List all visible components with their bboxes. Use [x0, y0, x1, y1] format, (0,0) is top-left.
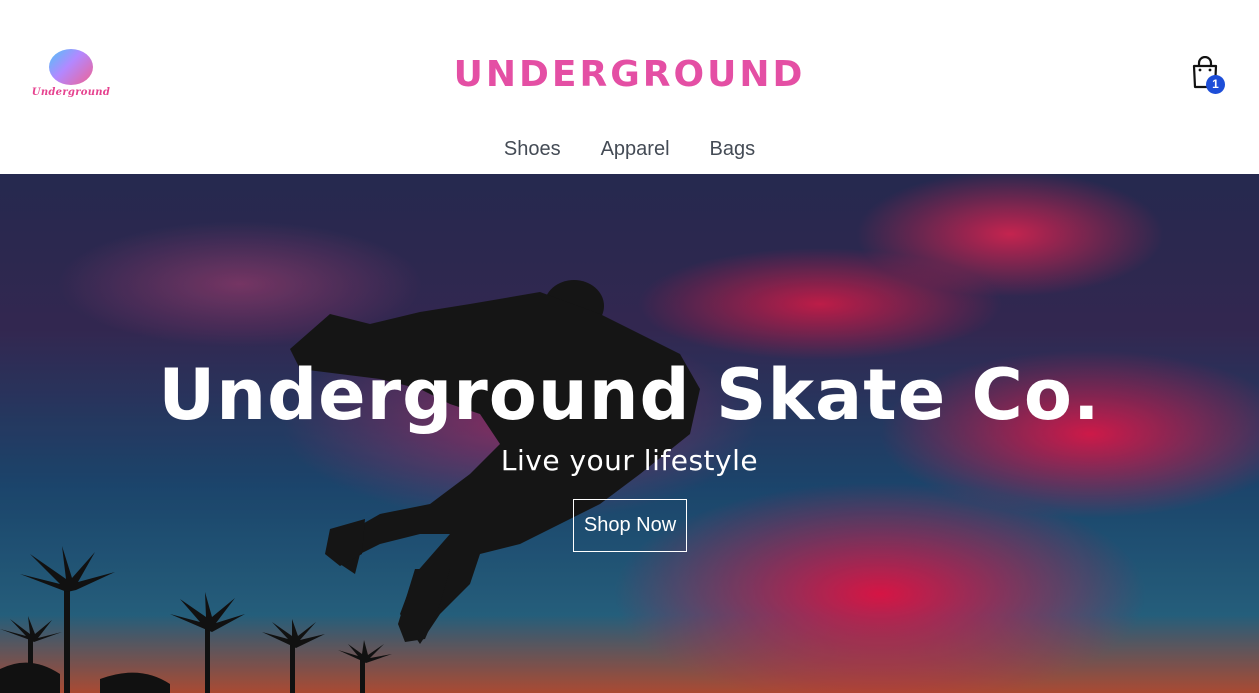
- site-header: Underground UNDERGROUND 1 Shoes Apparel …: [0, 0, 1259, 174]
- hero-banner: Underground Skate Co. Live your lifestyl…: [0, 174, 1259, 693]
- cart-count-badge: 1: [1206, 75, 1225, 94]
- hero-subtitle: Live your lifestyle: [500, 444, 759, 477]
- nav-item-bags[interactable]: Bags: [710, 138, 756, 161]
- shop-now-button[interactable]: Shop Now: [573, 499, 687, 552]
- nav-item-apparel[interactable]: Apparel: [601, 138, 670, 161]
- nav-item-shoes[interactable]: Shoes: [504, 138, 561, 161]
- brand-title: UNDERGROUND: [453, 54, 806, 95]
- cart-button[interactable]: 1: [1190, 56, 1230, 96]
- hero-title: Underground Skate Co.: [158, 354, 1101, 436]
- main-nav: Shoes Apparel Bags: [0, 138, 1259, 161]
